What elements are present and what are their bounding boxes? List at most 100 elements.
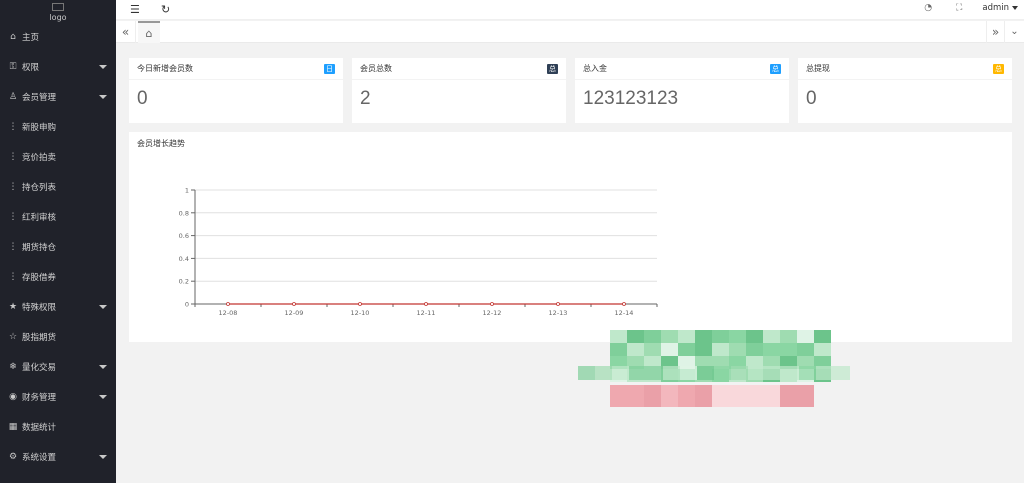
mosaic-cell	[799, 366, 816, 380]
mosaic-cell	[833, 366, 850, 380]
mosaic-cell	[797, 343, 814, 356]
card-title: 总提现	[806, 64, 830, 73]
dots-icon: ⋮	[8, 242, 18, 252]
sidebar-item-11[interactable]: ❄ 量化交易	[0, 352, 116, 382]
tabs-scroll-right-icon[interactable]: »	[986, 21, 1004, 43]
snowflake-icon: ❄	[9, 362, 17, 372]
x-tick-label: 12-12	[483, 309, 502, 317]
mosaic-cell	[695, 330, 712, 343]
sidebar-item-2[interactable]: ♙ 会员管理	[0, 82, 116, 112]
x-tick-label: 12-14	[615, 309, 634, 317]
mosaic-cell	[695, 343, 712, 356]
sidebar-item-4[interactable]: ⋮ 竞价拍卖	[0, 142, 116, 172]
mosaic-cell	[695, 385, 712, 407]
tabs-scroll-left-icon[interactable]: «	[116, 21, 136, 43]
card-value: 0	[137, 88, 148, 109]
star-outline-icon: ☆	[8, 332, 18, 342]
x-tick-label: 12-10	[351, 309, 370, 317]
mosaic-cell	[678, 330, 695, 343]
sidebar: logo ⌂ 主页 ⚿ 权限 ♙ 会员管理 ⋮ 新股申购 ⋮ 竞价拍卖 ⋮ 持仓列表 ⋮ 红利审核 ⋮ 期货持…	[0, 0, 116, 483]
sidebar-item-5[interactable]: ⋮ 持仓列表	[0, 172, 116, 202]
x-tick-label: 12-09	[285, 309, 304, 317]
mosaic-cell	[729, 343, 746, 356]
mosaic-cell	[661, 330, 678, 343]
member-growth-chart: 0 0.2 0.4 0.6 0.8 1 12-08 12-09 12-10 12-11 12-12 1…	[179, 187, 658, 317]
mosaic-cell	[627, 385, 644, 407]
sidebar-menu: ⌂ 主页 ⚿ 权限 ♙ 会员管理 ⋮ 新股申购 ⋮ 竞价拍卖 ⋮ 持仓列表 ⋮ 红利审核 ⋮ 期货持仓 ⋮ 存股借…	[0, 22, 116, 472]
mosaic-cell	[712, 330, 729, 343]
card-badge: 日	[324, 64, 335, 74]
mosaic-cell	[746, 330, 763, 343]
mosaic-cell	[678, 385, 695, 407]
palette-icon[interactable]: ◔	[924, 3, 932, 13]
y-tick-label: 0.4	[179, 255, 189, 263]
mosaic-cell	[780, 343, 797, 356]
sidebar-item-label: 期货持仓	[22, 243, 57, 253]
sidebar-item-13[interactable]: ▦ 数据统计	[0, 412, 116, 442]
mosaic-cell	[763, 330, 780, 343]
sidebar-item-label: 权限	[22, 63, 40, 73]
mosaic-cell	[612, 366, 629, 380]
sidebar-item-9[interactable]: ★ 特殊权限	[0, 292, 116, 322]
sidebar-item-1[interactable]: ⚿ 权限	[0, 52, 116, 82]
chevron-down-icon	[99, 305, 107, 309]
card-title: 总入金	[583, 64, 607, 73]
mosaic-cell	[763, 385, 780, 407]
mosaic-cell	[610, 343, 627, 356]
chevron-down-icon	[99, 365, 107, 369]
fullscreen-icon[interactable]: ⛶	[956, 3, 962, 13]
sidebar-item-3[interactable]: ⋮ 新股申购	[0, 112, 116, 142]
card-badge: 总	[770, 64, 781, 74]
mosaic-cell	[610, 385, 627, 407]
dots-icon: ⋮	[8, 272, 18, 282]
sidebar-item-label: 股指期货	[22, 333, 57, 343]
data-point	[490, 302, 494, 306]
data-point	[358, 302, 362, 306]
chevron-down-icon	[99, 395, 107, 399]
sidebar-item-6[interactable]: ⋮ 红利审核	[0, 202, 116, 232]
sidebar-item-14[interactable]: ⚙ 系统设置	[0, 442, 116, 472]
mosaic-cell	[661, 385, 678, 407]
mosaic-cell	[748, 366, 765, 380]
sidebar-item-0[interactable]: ⌂ 主页	[0, 22, 116, 52]
mosaic-cell	[627, 343, 644, 356]
user-menu[interactable]: admin	[982, 3, 1018, 13]
redacted-overlay	[578, 330, 850, 407]
card-value: 2	[360, 88, 371, 109]
mosaic-cell	[746, 385, 763, 407]
mosaic-cell	[712, 343, 729, 356]
data-point	[556, 302, 560, 306]
user-icon: ♙	[8, 92, 18, 102]
y-tick-label: 0.6	[179, 232, 189, 240]
data-point	[226, 302, 230, 306]
calendar-icon: ▦	[8, 422, 18, 432]
sidebar-item-label: 竞价拍卖	[22, 153, 57, 163]
card-badge: 总	[547, 64, 558, 74]
card-title: 会员总数	[360, 64, 392, 73]
sidebar-item-12[interactable]: ◉ 财务管理	[0, 382, 116, 412]
tab-home[interactable]: ⌂	[138, 21, 160, 43]
mosaic-cell	[644, 385, 661, 407]
logo-image	[52, 3, 64, 11]
sidebar-item-10[interactable]: ☆ 股指期货	[0, 322, 116, 352]
sidebar-item-7[interactable]: ⋮ 期货持仓	[0, 232, 116, 262]
mosaic-cell	[712, 385, 729, 407]
mosaic-cell	[678, 343, 695, 356]
sidebar-item-label: 量化交易	[22, 363, 57, 373]
sidebar-item-label: 存股借券	[22, 273, 57, 283]
refresh-icon[interactable]: ↻	[161, 3, 170, 16]
mosaic-cell	[697, 366, 714, 380]
sidebar-item-label: 数据统计	[22, 423, 57, 433]
data-point	[622, 302, 626, 306]
sidebar-item-8[interactable]: ⋮ 存股借券	[0, 262, 116, 292]
stat-card-total-withdrawal: 总提现 总 0	[798, 58, 1012, 123]
data-point	[424, 302, 428, 306]
tabs-dropdown-icon[interactable]: ⌄	[1004, 21, 1024, 43]
logo-alt-text: logo	[49, 13, 67, 22]
dots-icon: ⋮	[8, 122, 18, 132]
stat-card-total-deposit: 总入金 总 123123123	[575, 58, 789, 123]
star-icon: ★	[8, 302, 18, 312]
home-icon: ⌂	[10, 32, 16, 42]
menu-collapse-icon[interactable]: ☰	[130, 3, 140, 16]
card-title: 今日新增会员数	[137, 64, 193, 73]
